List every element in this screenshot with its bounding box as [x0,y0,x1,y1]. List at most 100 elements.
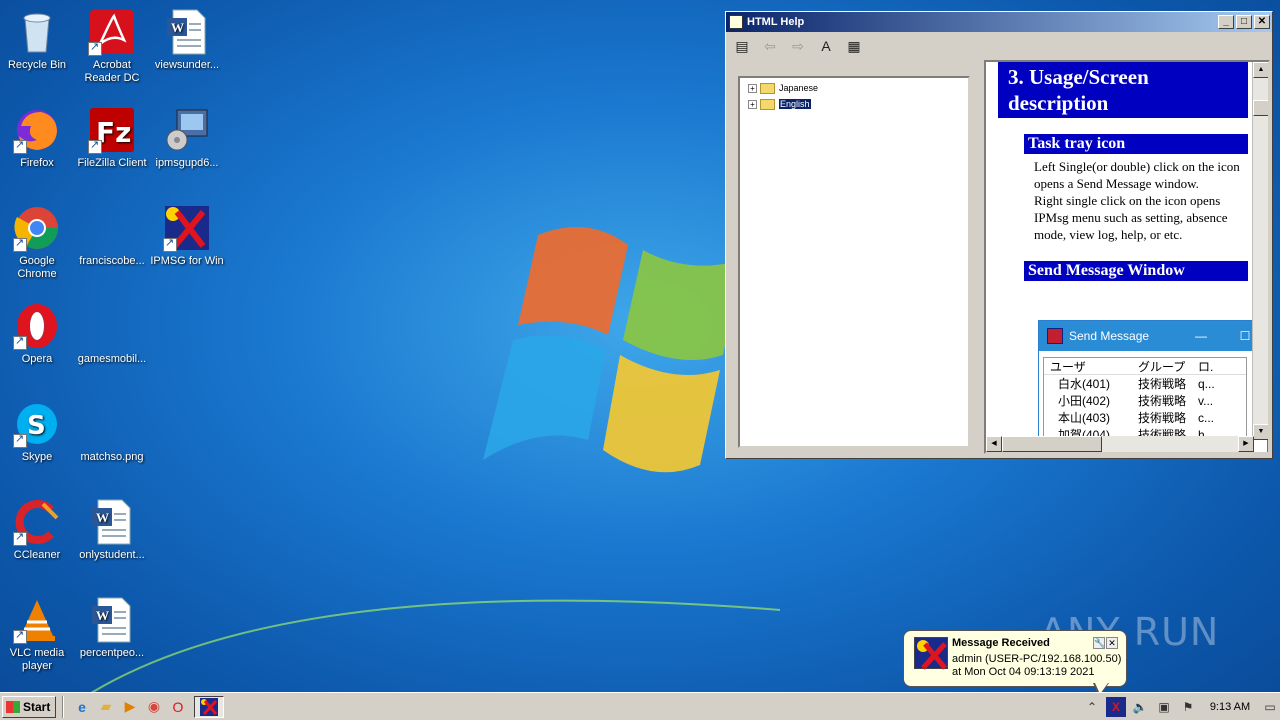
volume-icon[interactable]: 🔈 [1130,697,1150,717]
start-button[interactable]: Start [2,695,56,718]
svg-text:S: S [27,411,46,441]
user-list-header: ユーザ グループ ロ. [1044,358,1246,375]
taskbar-ipmsg-task[interactable] [194,695,224,718]
shortcut-arrow-icon [13,335,27,350]
balloon-title: Message Received [952,637,1050,649]
scroll-up-icon[interactable]: ▲ [1253,62,1268,78]
desktop-icon-label: franciscobe... [79,255,145,267]
ipmsg-icon [200,697,218,716]
ipmsg-icon [914,637,948,670]
font-size-icon[interactable]: A [815,35,837,57]
installer-icon [163,106,211,154]
expand-icon[interactable]: + [748,83,757,93]
help-toolbar: ▤ ⇦ ⇨ A ▦ [726,32,1272,60]
desktop-icon-opera[interactable]: Opera [0,302,74,366]
close-icon[interactable]: ✕ [1106,637,1118,649]
desktop-icon-onlystudent[interactable]: W onlystudent... [75,498,149,562]
section-heading-send-message: Send Message Window [1024,261,1248,281]
desktop-icon-label: Opera [21,353,53,365]
folder-icon [760,82,775,94]
media-player-icon[interactable]: ▶ [118,696,142,718]
desktop-icon-acrobat[interactable]: Acrobat Reader DC [75,8,149,85]
help-app-icon [729,15,743,29]
desktop-icon-label: gamesmobil... [77,353,147,365]
opera-icon[interactable]: O [166,696,190,718]
shortcut-arrow-icon [13,629,27,644]
ipmsg-tray-icon[interactable]: X [1106,697,1126,717]
hide-pane-icon[interactable]: ▤ [731,35,753,57]
desktop-icon-vlc[interactable]: VLC media player [0,596,74,673]
windows-logo-wallpaper [483,227,743,473]
user-row: 本山(403) 技術戦略 c... [1044,409,1246,426]
scroll-down-icon[interactable]: ▼ [1253,424,1268,440]
user-row: 小田(402) 技術戦略 v... [1044,392,1246,409]
desktop-icon-recycle-bin[interactable]: Recycle Bin [0,8,74,72]
tree-item-japanese[interactable]: + Japanese [748,80,968,96]
window-titlebar[interactable]: HTML Help _ □ ✕ [726,12,1272,32]
file-explorer-icon[interactable]: ▰ [94,696,118,718]
desktop-icon-ipmsgupd[interactable]: ipmsgupd6... [150,106,224,170]
maximize-button[interactable]: □ [1236,15,1252,29]
column-header: グループ [1138,359,1186,374]
forward-arrow-icon[interactable]: ⇨ [787,35,809,57]
tree-item-label: English [779,99,811,109]
back-arrow-icon[interactable]: ⇦ [759,35,781,57]
windows-flag-icon [6,700,20,713]
user-name: 白水(401) [1058,377,1111,391]
desktop-icon-skype[interactable]: S Skype [0,400,74,464]
desktop-icon-label: Recycle Bin [7,59,67,71]
internet-explorer-icon[interactable]: e [70,696,94,718]
desktop-icon-ipmsg[interactable]: IPMSG for Win [150,204,224,268]
send-message-title: Send Message [1069,329,1150,343]
desktop-icon-chrome[interactable]: Google Chrome [0,204,74,281]
taskbar-separator [62,695,64,718]
word-doc-icon: W [88,498,136,546]
tree-item-english[interactable]: + English [748,96,968,112]
desktop-icon-franciscobe[interactable]: franciscobe... [75,204,149,268]
taskbar: Start e ▰ ▶ ◉ O ⌃ X 🔈 ▣ ⚑ 9:13 AM ▭ [0,692,1280,720]
message-received-balloon[interactable]: Message Received 🔧 ✕ admin (USER-PC/192.… [903,630,1127,687]
start-label: Start [23,699,51,714]
help-content-pane: 3. Usage/Screen description Task tray ic… [984,60,1270,454]
horizontal-scrollbar[interactable]: ◀ ▶ [986,436,1254,452]
show-desktop-icon[interactable]: ▭ [1262,697,1278,717]
user-group: 技術戦略 [1138,411,1187,425]
minimize-button[interactable]: _ [1218,15,1234,29]
ipmsg-icon [1047,328,1063,344]
options-icon[interactable]: 🔧 [1093,637,1105,649]
user-name: 本山(403) [1058,411,1111,425]
desktop-icon-label: FileZilla Client [77,157,147,169]
show-hidden-icons-icon[interactable]: ⌃ [1082,697,1102,717]
desktop-icon-label: Acrobat Reader DC [84,59,140,84]
chrome-icon[interactable]: ◉ [142,696,166,718]
scroll-left-icon[interactable]: ◀ [986,436,1002,452]
wallpaper-light-beam [80,599,780,700]
desktop-icon-ccleaner[interactable]: CCleaner [0,498,74,562]
html-help-window: HTML Help _ □ ✕ ▤ ⇦ ⇨ A ▦ + Japanese + E… [725,11,1273,459]
vertical-scrollbar[interactable]: ▲ ▼ [1252,62,1268,440]
close-button[interactable]: ✕ [1254,15,1270,29]
desktop-icon-percentpeo[interactable]: W percentpeo... [75,596,149,660]
desktop-icon-gamesmobil[interactable]: gamesmobil... [75,302,149,366]
expand-icon[interactable]: + [748,99,757,109]
send-message-screenshot: Send Message — ☐ ユーザ グループ ロ. 白水(401) 技術戦… [1038,320,1268,452]
user-name: 小田(402) [1058,394,1111,408]
network-icon[interactable]: ▣ [1154,697,1174,717]
opera-icon [13,302,61,350]
options-icon[interactable]: ▦ [843,35,865,57]
window-title: HTML Help [747,16,805,28]
shortcut-arrow-icon [13,237,27,252]
clock[interactable]: 9:13 AM [1200,701,1260,713]
desktop-icon-filezilla[interactable]: Fz FileZilla Client [75,106,149,170]
desktop-icon-label: percentpeo... [79,647,145,659]
scroll-thumb[interactable] [1002,436,1102,452]
desktop-icon-matchso[interactable]: matchso.png [75,400,149,464]
scroll-thumb[interactable] [1253,100,1268,116]
scroll-right-icon[interactable]: ▶ [1238,436,1254,452]
desktop-icon-label: onlystudent... [79,549,145,561]
contents-tree: + Japanese + English [738,76,970,448]
desktop-icon-firefox[interactable]: Firefox [0,106,74,170]
desktop-icon-viewsunder[interactable]: W viewsunder... [150,8,224,72]
word-doc-icon: W [88,596,136,644]
action-center-flag-icon[interactable]: ⚑ [1178,697,1198,717]
